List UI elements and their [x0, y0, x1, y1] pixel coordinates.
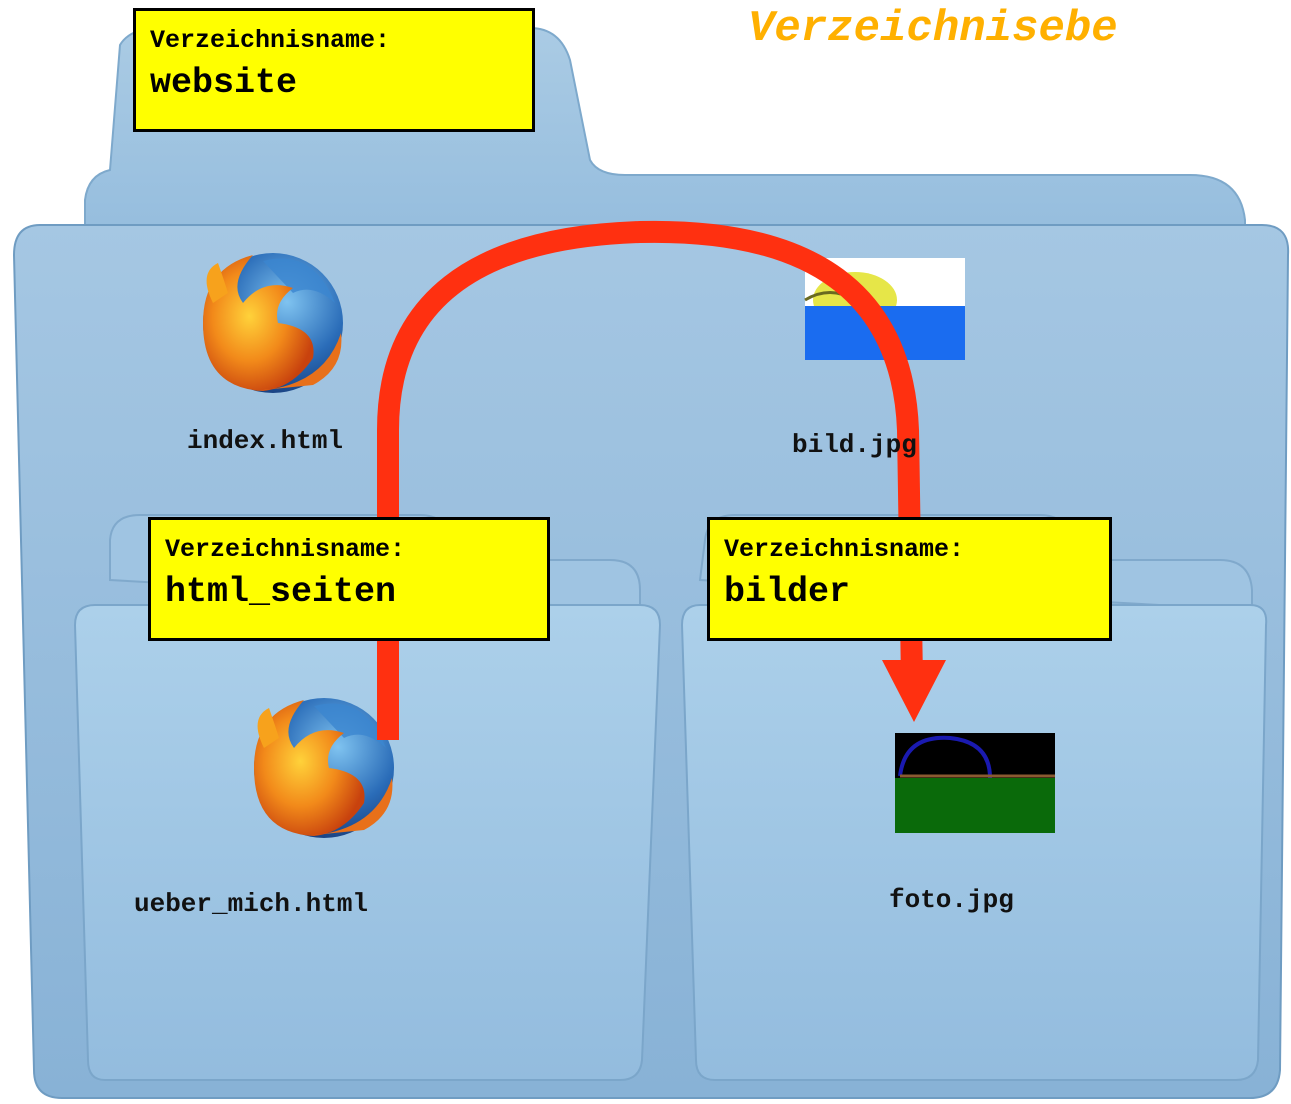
label-folder-name: bilder: [724, 572, 851, 613]
subfolder-label-bilder: Verzeichnisname: bilder: [707, 517, 1112, 641]
file-label-ueber-mich: ueber_mich.html: [134, 889, 369, 919]
folder-structure-diagram: Verzeichnisebe Verzeichnisname: website …: [0, 0, 1291, 1104]
file-label-bild: bild.jpg: [792, 430, 917, 460]
root-folder-label: Verzeichnisname: website: [133, 8, 535, 132]
label-caption: Verzeichnisname:: [150, 26, 391, 55]
label-caption: Verzeichnisname:: [165, 535, 406, 564]
page-title: Verzeichnisebe: [748, 4, 1118, 54]
label-folder-name: html_seiten: [165, 572, 397, 613]
dark-photo-icon: [895, 733, 1055, 833]
firefox-icon: [254, 698, 394, 838]
firefox-icon: [203, 253, 343, 393]
subfolder-label-html-seiten: Verzeichnisname: html_seiten: [148, 517, 550, 641]
label-caption: Verzeichnisname:: [724, 535, 965, 564]
file-label-foto: foto.jpg: [889, 885, 1014, 915]
label-folder-name: website: [150, 63, 298, 104]
file-label-index: index.html: [187, 426, 344, 456]
